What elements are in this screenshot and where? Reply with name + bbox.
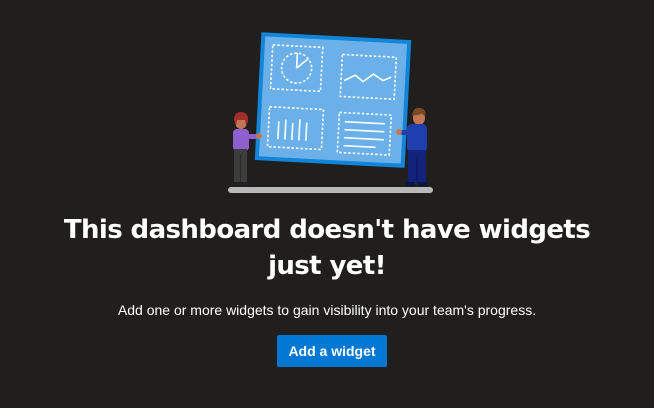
empty-state: This dashboard doesn't have widgets just… [0, 0, 654, 408]
empty-state-title: This dashboard doesn't have widgets just… [0, 212, 654, 284]
title-line-2: just yet! [268, 251, 386, 281]
empty-state-description: Add one or more widgets to gain visibili… [117, 302, 537, 318]
dashboard-illustration-icon [228, 32, 433, 193]
title-line-1: This dashboard doesn't have widgets [63, 215, 591, 245]
add-widget-button[interactable]: Add a widget [277, 335, 387, 367]
